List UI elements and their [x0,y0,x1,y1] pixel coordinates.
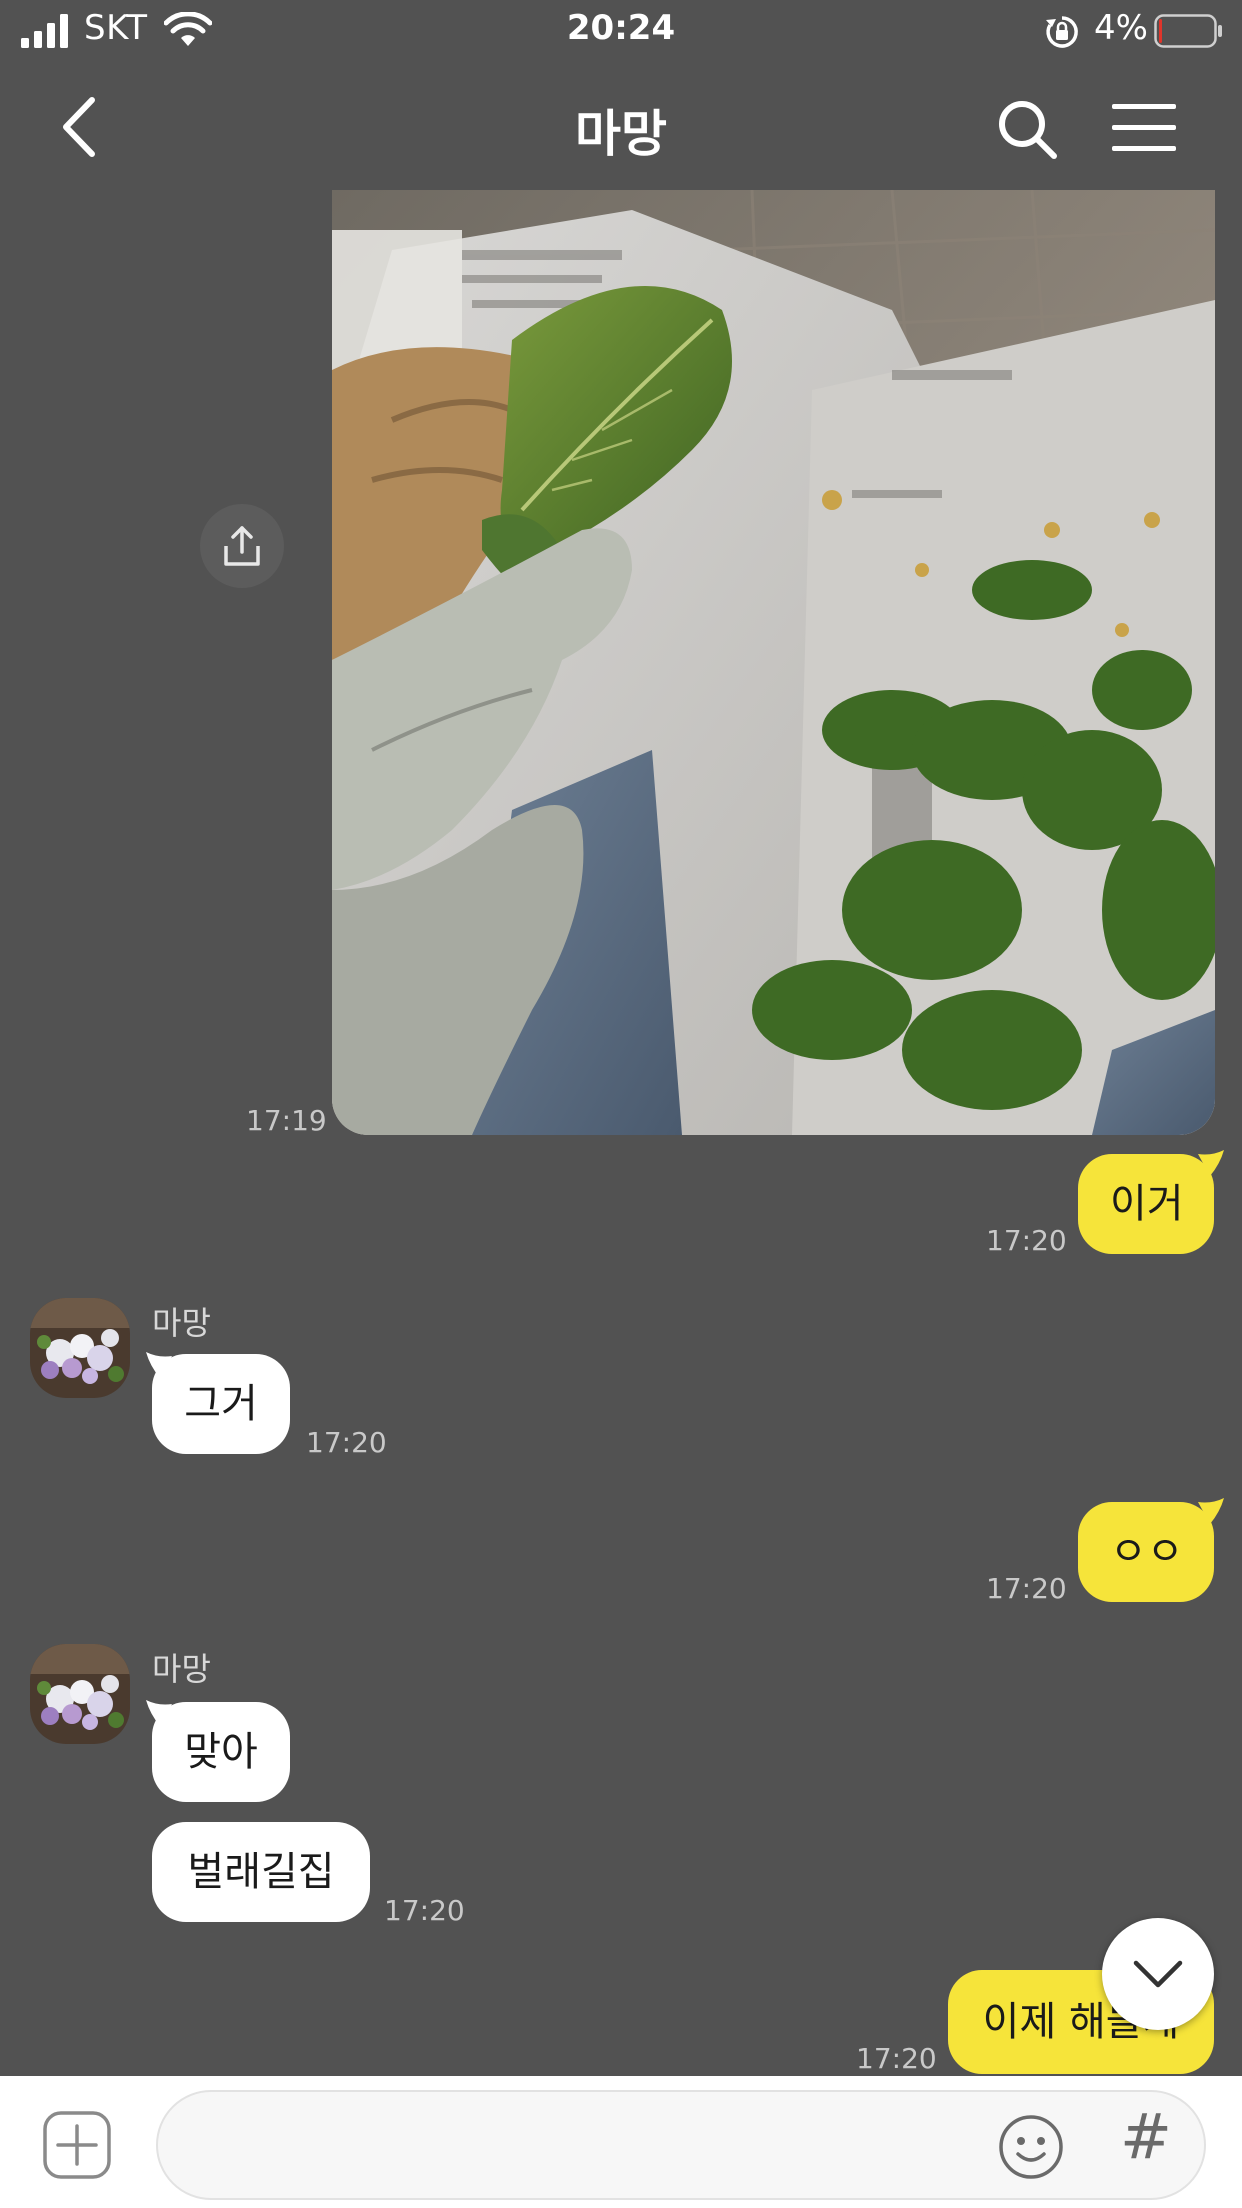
bubble-tail [1198,1498,1224,1524]
avatar[interactable] [30,1298,130,1398]
my-message-bubble[interactable]: 이거 [1078,1154,1214,1254]
avatar[interactable] [30,1644,130,1744]
message-time: 17:20 [306,1426,387,1459]
search-icon[interactable] [996,98,1058,160]
avatar-flowers-image [30,1298,130,1398]
share-icon [224,526,260,566]
message-time: 17:20 [856,2042,937,2075]
chevron-down-icon [1133,1960,1183,1988]
message-time: 17:20 [986,1224,1067,1257]
other-message-bubble[interactable]: 벌래길집 [152,1822,370,1922]
scroll-to-bottom-button[interactable] [1102,1918,1214,2030]
share-button[interactable] [200,504,284,588]
chat-header: 마망 [0,62,1242,190]
message-time: 17:19 [246,1104,327,1137]
status-bar: SKT 20:24 4% [0,0,1242,62]
message-time: 17:20 [384,1894,465,1927]
other-message-bubble[interactable]: 맞아 [152,1702,290,1802]
emoji-icon[interactable] [998,2114,1064,2180]
chat-screen: SKT 20:24 4% 마망 17:19 17:20 이거 마망 그거 17:… [0,0,1242,2208]
message-input-bar: # [0,2076,1242,2208]
plus-icon[interactable] [42,2110,112,2180]
photo-message[interactable] [332,190,1215,1135]
my-message-bubble[interactable]: ㅇㅇ [1078,1502,1214,1602]
battery-icon [1154,14,1222,48]
leaf-photo [332,190,1215,1135]
other-message-bubble[interactable]: 그거 [152,1354,290,1454]
menu-icon[interactable] [1112,102,1176,154]
message-time: 17:20 [986,1572,1067,1605]
sender-name: 마망 [152,1650,211,1688]
battery-percent: 4% [1094,8,1148,48]
sender-name: 마망 [152,1304,211,1342]
rotation-lock-icon [1046,16,1078,48]
bubble-tail [1198,1150,1224,1176]
avatar-flowers-image [30,1644,130,1744]
hashtag-button[interactable]: # [1120,2100,1172,2173]
